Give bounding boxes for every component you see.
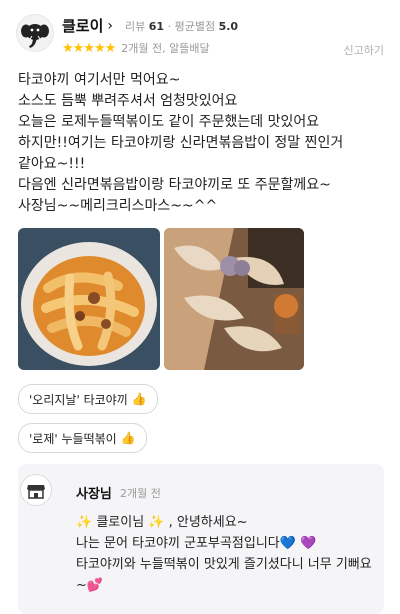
review-count-label: 리뷰 xyxy=(125,19,146,33)
review-date: 2개월 전, 알뜰배달 xyxy=(121,42,210,55)
review-photo-rose-tteokbokki[interactable] xyxy=(18,228,160,370)
tag-label: '로제' 누들떡볶이 xyxy=(29,431,117,446)
average-rating-label: 평균별점 xyxy=(174,19,216,33)
review-text: 타코야끼 여기서만 먹어요~ 소스도 듬뿍 뿌려주셔서 엄청맛있어요 오늘은 로… xyxy=(18,72,344,214)
owner-name: 사장님 xyxy=(76,487,112,502)
review-count-value: 61 xyxy=(148,19,165,33)
reviewer-meta: 리뷰 61 · 평균별점 5.0 xyxy=(125,18,238,34)
tag-label: '오리지날' 타코야끼 xyxy=(29,392,128,407)
report-button[interactable]: 신고하기 xyxy=(344,42,384,58)
rating-row: ★★★★★ 2개월 전, 알뜰배달 xyxy=(62,40,210,56)
store-icon xyxy=(20,474,52,506)
chevron-right-icon[interactable]: › xyxy=(107,18,113,34)
reviewer-info: 클로이 › 리뷰 61 · 평균별점 5.0 xyxy=(62,15,238,36)
owner-reply-text: ✨ 클로이님 ✨ , 안녕하세요~ 나는 문어 타코야끼 군포부곡점입니다💙 💜… xyxy=(76,515,372,593)
thumbs-up-icon: 👍 xyxy=(120,431,136,445)
meta-separator: · xyxy=(167,19,175,33)
review-header: 클로이 › 리뷰 61 · 평균별점 5.0 ★★★★★ 2개월 전, 알뜰배달… xyxy=(0,0,400,64)
review-photo-takoyaki[interactable] xyxy=(164,228,304,370)
reviewer-nickname[interactable]: 클로이 xyxy=(62,15,103,36)
thumbs-up-icon: 👍 xyxy=(131,392,147,406)
elephant-avatar-icon[interactable] xyxy=(16,14,54,52)
average-rating-value: 5.0 xyxy=(218,19,239,33)
tag-rose-noodle-tteokbokki[interactable]: '로제' 누들떡볶이 👍 xyxy=(18,423,147,453)
star-rating: ★★★★★ xyxy=(62,40,116,56)
tag-original-takoyaki[interactable]: '오리지날' 타코야끼 👍 xyxy=(18,384,158,414)
owner-reply-date: 2개월 전 xyxy=(120,487,161,500)
